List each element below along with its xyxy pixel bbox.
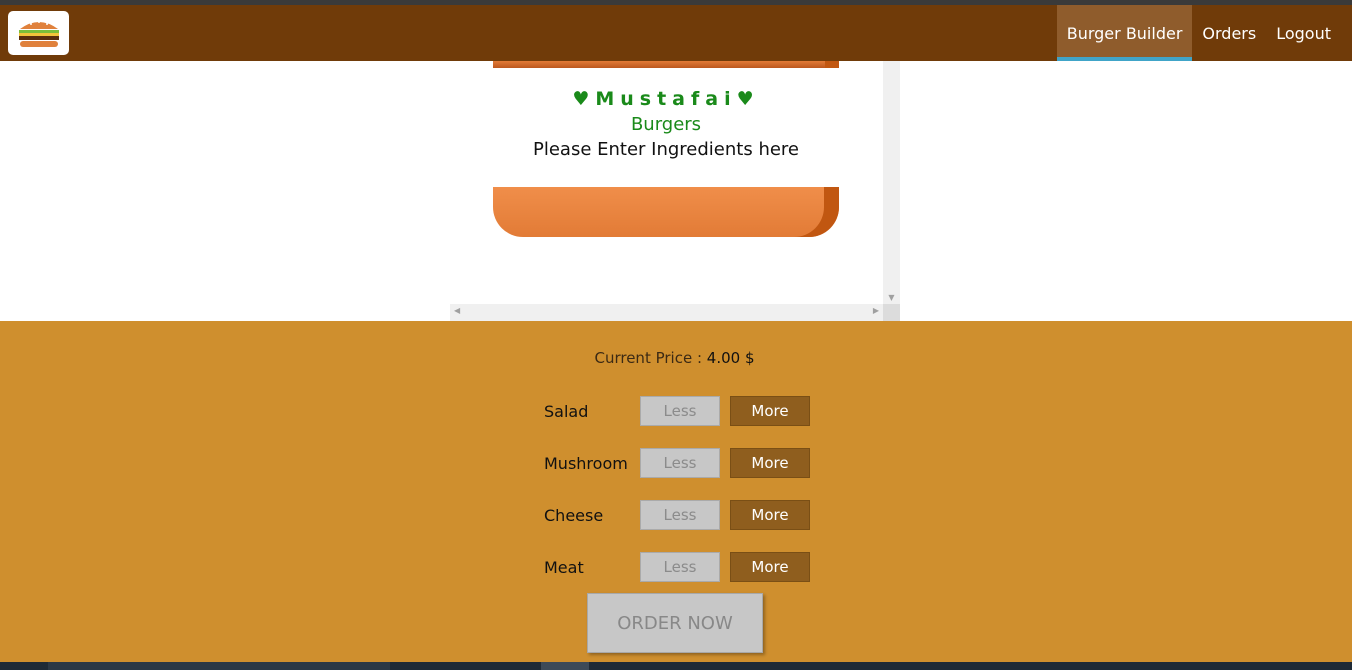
more-salad-button[interactable]: More — [730, 396, 810, 426]
build-control-cheese: Cheese Less More — [544, 499, 814, 531]
build-control-meat: Meat Less More — [544, 551, 814, 583]
less-mushroom-button[interactable]: Less — [640, 448, 720, 478]
horizontal-scrollbar[interactable]: ◀ ▶ — [450, 304, 883, 321]
burger-logo-icon — [18, 21, 59, 47]
more-meat-button[interactable]: More — [730, 552, 810, 582]
price-label: Current Price : — [594, 349, 703, 367]
burger-preview-area: ♥Mustafai♥ Burgers Please Enter Ingredie… — [0, 61, 1352, 321]
less-meat-button[interactable]: Less — [640, 552, 720, 582]
brand-name: ♥Mustafai♥ — [572, 88, 760, 110]
ingredients-placeholder: Please Enter Ingredients here — [532, 139, 800, 160]
less-cheese-button[interactable]: Less — [640, 500, 720, 530]
scroll-down-icon[interactable]: ▼ — [883, 293, 900, 302]
bread-bottom — [493, 187, 839, 237]
order-now-button[interactable]: ORDER NOW — [587, 593, 763, 653]
scroll-corner — [883, 304, 900, 321]
os-taskbar — [0, 662, 1352, 670]
current-price: Current Price : 4.00 $ — [0, 349, 1349, 367]
build-controls: Current Price : 4.00 $ Salad Less More M… — [0, 321, 1352, 662]
taskbar-app[interactable] — [541, 662, 589, 670]
ingredient-label: Salad — [544, 401, 589, 421]
ingredient-label: Mushroom — [544, 453, 628, 473]
logo[interactable] — [8, 11, 69, 55]
more-cheese-button[interactable]: More — [730, 500, 810, 530]
scroll-right-icon[interactable]: ▶ — [873, 306, 879, 315]
scroll-left-icon[interactable]: ◀ — [454, 306, 460, 315]
ingredient-label: Meat — [544, 557, 584, 577]
bread-top — [493, 61, 839, 68]
brand-subtitle: Burgers — [630, 114, 702, 135]
nav-orders[interactable]: Orders — [1192, 5, 1266, 61]
price-value: 4.00 $ — [706, 349, 755, 367]
main-nav: Burger Builder Orders Logout — [1056, 5, 1341, 61]
build-control-salad: Salad Less More — [544, 395, 814, 427]
more-mushroom-button[interactable]: More — [730, 448, 810, 478]
vertical-scrollbar[interactable]: ▼ — [883, 61, 900, 304]
nav-logout[interactable]: Logout — [1266, 5, 1341, 61]
taskbar-search[interactable] — [48, 662, 390, 670]
nav-burger-builder[interactable]: Burger Builder — [1056, 5, 1193, 61]
toolbar: Burger Builder Orders Logout — [0, 5, 1352, 61]
less-salad-button[interactable]: Less — [640, 396, 720, 426]
burger-text: ♥Mustafai♥ Burgers Please Enter Ingredie… — [493, 88, 839, 160]
ingredient-label: Cheese — [544, 505, 604, 525]
build-control-mushroom: Mushroom Less More — [544, 447, 814, 479]
